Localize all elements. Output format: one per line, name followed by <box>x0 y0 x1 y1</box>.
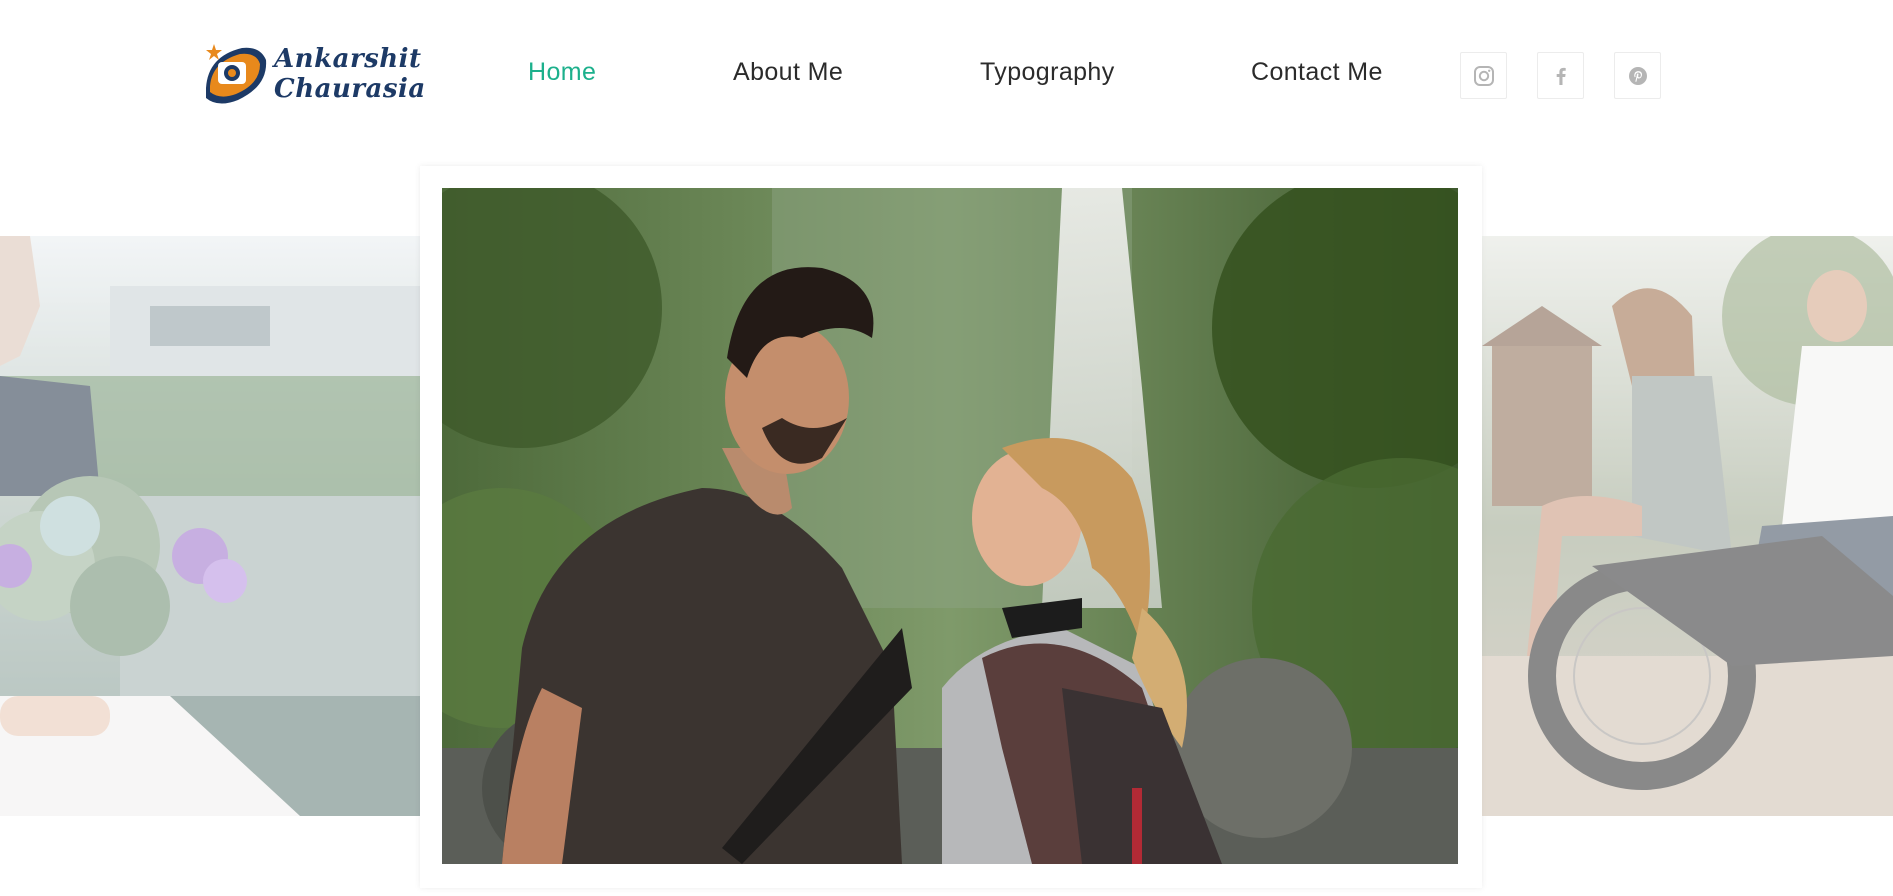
camera-logo-icon <box>198 36 270 112</box>
pinterest-button[interactable] <box>1614 52 1661 99</box>
couple-motorcycle-photo <box>1482 236 1893 816</box>
instagram-icon <box>1473 65 1494 86</box>
nav-item-about-me[interactable]: About Me <box>733 58 843 87</box>
nav-item-home[interactable]: Home <box>528 58 596 87</box>
carousel-slide-next[interactable] <box>1482 236 1893 816</box>
carousel-slide-prev[interactable] <box>0 236 420 816</box>
pinterest-icon <box>1628 66 1647 85</box>
brand-logo[interactable]: Ankarshit Chaurasia <box>198 36 425 112</box>
brand-name-line1: Ankarshit <box>274 44 422 74</box>
nav-item-contact-me[interactable]: Contact Me <box>1251 58 1383 87</box>
carousel-slide-active[interactable] <box>420 166 1482 888</box>
couple-waterfall-photo <box>442 188 1458 864</box>
page: Ankarshit Chaurasia Home About Me Typogr… <box>0 0 1893 896</box>
bride-bouquet-photo <box>0 236 420 816</box>
nav-item-typography[interactable]: Typography <box>980 58 1115 87</box>
instagram-button[interactable] <box>1460 52 1507 99</box>
facebook-button[interactable] <box>1537 52 1584 99</box>
brand-name: Ankarshit Chaurasia <box>274 44 426 104</box>
site-header: Ankarshit Chaurasia Home About Me Typogr… <box>0 0 1893 150</box>
brand-name-line2: Chaurasia <box>274 74 426 104</box>
facebook-icon <box>1556 67 1566 85</box>
